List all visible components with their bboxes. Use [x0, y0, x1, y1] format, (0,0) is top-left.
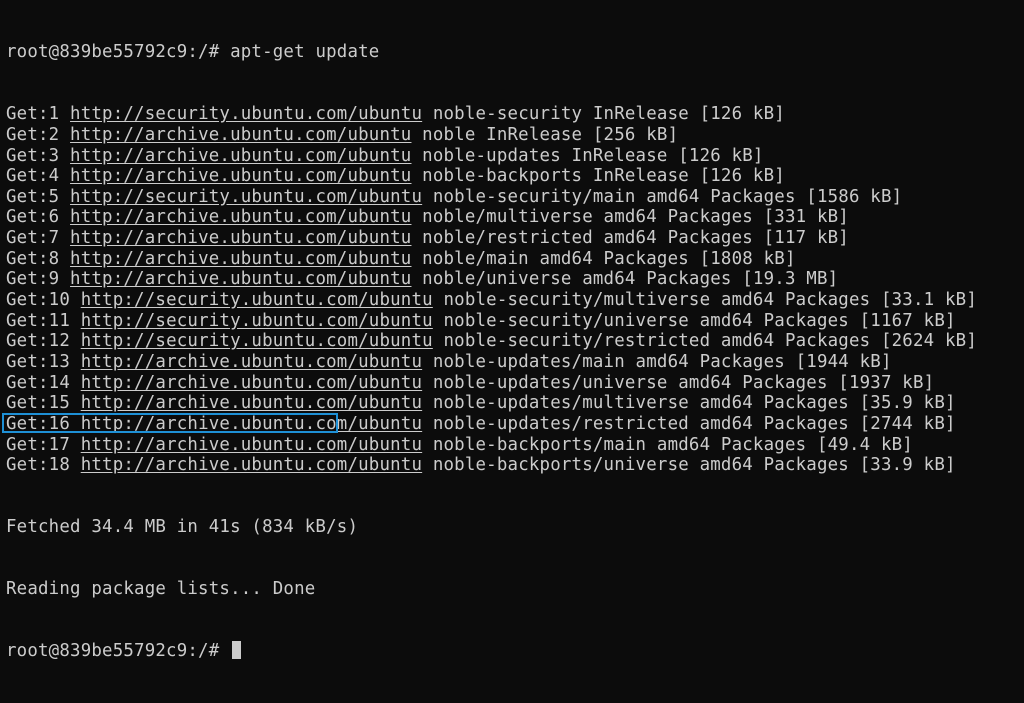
repo-url-link[interactable]: http://archive.ubuntu.com/ubuntu [70, 146, 411, 166]
get-prefix: Get:2 [6, 124, 60, 145]
get-prefix: Get:15 [6, 393, 71, 414]
repo-url-link[interactable]: http://security.ubuntu.com/ubuntu [81, 311, 433, 331]
get-prefix: Get:5 [6, 186, 60, 207]
output-line: Get:5 http://security.ubuntu.com/ubuntu … [6, 187, 1024, 208]
get-prefix: Get:3 [6, 145, 60, 166]
get-prefix: Get:12 [6, 331, 71, 352]
repo-url-link[interactable]: http://archive.ubuntu.com/ubuntu [81, 373, 422, 393]
repo-url-link[interactable]: http://archive.ubuntu.com/ubuntu [70, 207, 411, 227]
package-info: noble-security InRelease [126 kB] [432, 104, 785, 125]
output-line: Get:14 http://archive.ubuntu.com/ubuntu … [6, 373, 1024, 394]
package-info: noble-updates/main amd64 Packages [1944 … [432, 351, 892, 372]
get-prefix: Get:18 [6, 455, 71, 476]
get-prefix: Get:11 [6, 310, 71, 331]
output-line: Get:9 http://archive.ubuntu.com/ubuntu n… [6, 269, 1024, 290]
package-info: noble/multiverse amd64 Packages [331 kB] [422, 207, 849, 228]
final-prompt-line[interactable]: root@839be55792c9:/# [6, 641, 1024, 662]
get-prefix: Get:1 [6, 104, 60, 125]
repo-url-link[interactable]: http://archive.ubuntu.com/ubuntu [70, 228, 411, 248]
output-line: Get:15 http://archive.ubuntu.com/ubuntu … [6, 393, 1024, 414]
output-line: Get:4 http://archive.ubuntu.com/ubuntu n… [6, 166, 1024, 187]
repo-url-link[interactable]: http://archive.ubuntu.com/ubuntu [81, 393, 422, 413]
reading-line: Reading package lists... Done [6, 579, 316, 600]
get-prefix: Get:6 [6, 207, 60, 228]
highlight-box [2, 413, 338, 433]
repo-url-link[interactable]: http://archive.ubuntu.com/ubuntu [81, 352, 422, 372]
package-info: noble-security/restricted amd64 Packages… [443, 331, 978, 352]
output-line: Get:7 http://archive.ubuntu.com/ubuntu n… [6, 228, 1024, 249]
fetched-line: Fetched 34.4 MB in 41s (834 kB/s) [6, 517, 359, 538]
terminal-window[interactable]: root@839be55792c9:/# apt-get update Get:… [0, 0, 1024, 661]
package-info: noble-security/multiverse amd64 Packages… [443, 290, 978, 311]
package-info: noble-security/universe amd64 Packages [… [443, 310, 956, 331]
package-info: noble-backports/main amd64 Packages [49.… [432, 434, 913, 455]
repo-url-link[interactable]: http://archive.ubuntu.com/ubuntu [70, 166, 411, 186]
get-prefix: Get:17 [6, 434, 71, 455]
cursor [232, 641, 242, 660]
repo-url-link[interactable]: http://archive.ubuntu.com/ubuntu [70, 249, 411, 269]
output-line: Get:6 http://archive.ubuntu.com/ubuntu n… [6, 207, 1024, 228]
repo-url-link[interactable]: http://archive.ubuntu.com/ubuntu [70, 125, 411, 145]
output-line: Get:13 http://archive.ubuntu.com/ubuntu … [6, 352, 1024, 373]
output-line: Get:2 http://archive.ubuntu.com/ubuntu n… [6, 125, 1024, 146]
package-info: noble-updates/restricted amd64 Packages … [432, 413, 956, 434]
package-info: noble-backports/universe amd64 Packages … [432, 455, 956, 476]
output-line: Get:18 http://archive.ubuntu.com/ubuntu … [6, 455, 1024, 476]
output-line: Get:1 http://security.ubuntu.com/ubuntu … [6, 104, 1024, 125]
output-line: Get:3 http://archive.ubuntu.com/ubuntu n… [6, 146, 1024, 167]
command-text: apt-get update [230, 42, 380, 63]
output-line: Get:8 http://archive.ubuntu.com/ubuntu n… [6, 249, 1024, 270]
get-prefix: Get:7 [6, 228, 60, 249]
command-line: root@839be55792c9:/# apt-get update [6, 42, 1024, 63]
repo-url-link[interactable]: http://security.ubuntu.com/ubuntu [70, 104, 422, 124]
get-prefix: Get:14 [6, 372, 71, 393]
repo-url-link[interactable]: http://security.ubuntu.com/ubuntu [81, 331, 433, 351]
output-line: Get:10 http://security.ubuntu.com/ubuntu… [6, 290, 1024, 311]
repo-url-link[interactable]: http://archive.ubuntu.com/ubuntu [70, 269, 411, 289]
final-prompt-text: root@839be55792c9:/# [6, 641, 220, 662]
get-prefix: Get:4 [6, 166, 60, 187]
package-info: noble/main amd64 Packages [1808 kB] [422, 248, 796, 269]
repo-url-link[interactable]: http://security.ubuntu.com/ubuntu [81, 290, 433, 310]
prompt-text: root@839be55792c9:/# [6, 42, 220, 63]
repo-url-link[interactable]: http://archive.ubuntu.com/ubuntu [81, 435, 422, 455]
package-info: noble/restricted amd64 Packages [117 kB] [422, 228, 849, 249]
get-prefix: Get:10 [6, 290, 71, 311]
package-info: noble/universe amd64 Packages [19.3 MB] [422, 269, 839, 290]
package-info: noble-backports InRelease [126 kB] [422, 166, 785, 187]
package-info: noble-updates/multiverse amd64 Packages … [432, 393, 956, 414]
output-line: Get:17 http://archive.ubuntu.com/ubuntu … [6, 435, 1024, 456]
repo-url-link[interactable]: http://security.ubuntu.com/ubuntu [70, 187, 422, 207]
output-line: Get:11 http://security.ubuntu.com/ubuntu… [6, 311, 1024, 332]
package-info: noble-updates InRelease [126 kB] [422, 145, 764, 166]
get-prefix: Get:8 [6, 248, 60, 269]
output-line: Get:12 http://security.ubuntu.com/ubuntu… [6, 331, 1024, 352]
repo-url-link[interactable]: http://archive.ubuntu.com/ubuntu [81, 455, 422, 475]
package-info: noble-security/main amd64 Packages [1586… [432, 186, 903, 207]
package-info: noble InRelease [256 kB] [422, 124, 679, 145]
get-prefix: Get:9 [6, 269, 60, 290]
package-info: noble-updates/universe amd64 Packages [1… [432, 372, 935, 393]
get-prefix: Get:13 [6, 351, 71, 372]
